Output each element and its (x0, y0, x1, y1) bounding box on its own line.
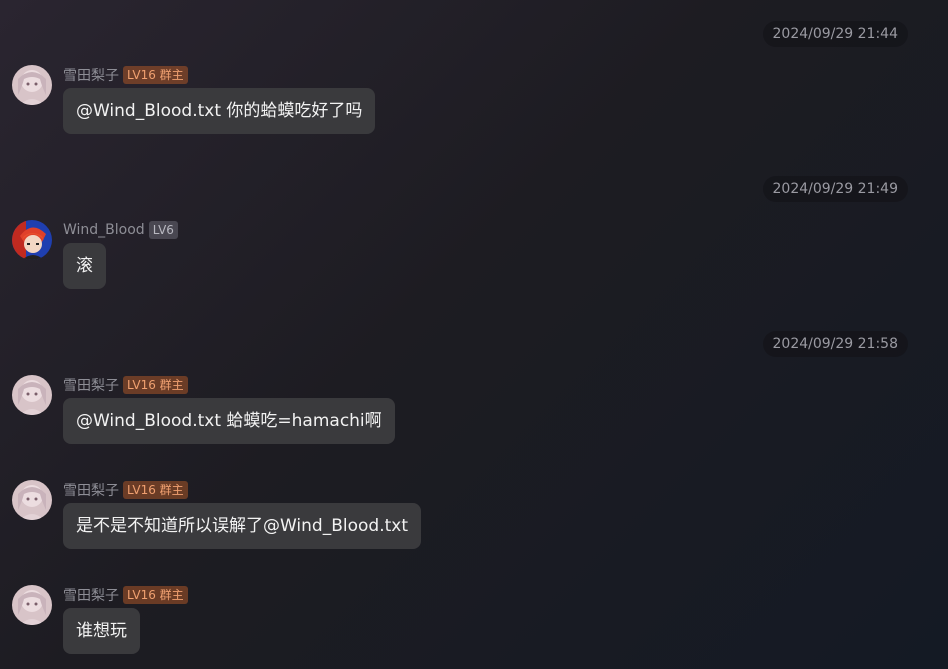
sender-name[interactable]: 雪田梨子 (63, 480, 119, 500)
avatar[interactable] (12, 480, 52, 520)
avatar[interactable] (12, 220, 52, 260)
avatar[interactable] (12, 585, 52, 625)
anime-girl-avatar-icon (12, 375, 52, 415)
sender-row: 雪田梨子 LV16 群主 (63, 480, 188, 500)
message-bubble[interactable]: 谁想玩 (63, 608, 140, 654)
sender-row: Wind_Blood LV6 (63, 220, 178, 240)
anime-girl-avatar-icon (12, 65, 52, 105)
timestamp-divider: 2024/09/29 21:58 (762, 331, 908, 357)
sender-row: 雪田梨子 LV16 群主 (63, 585, 188, 605)
message-bubble[interactable]: 是不是不知道所以误解了@Wind_Blood.txt (63, 503, 421, 549)
timestamp-divider: 2024/09/29 21:44 (762, 21, 908, 47)
message-bubble[interactable]: @Wind_Blood.txt 你的蛤蟆吃好了吗 (63, 88, 376, 134)
message-bubble[interactable]: 滚 (63, 243, 106, 289)
sender-name[interactable]: 雪田梨子 (63, 65, 119, 85)
avatar[interactable] (12, 375, 52, 415)
level-badge: LV6 (148, 221, 178, 239)
chat-message-list: 2024/09/29 21:44 雪田梨子 LV16 群主 @Wind_Bloo… (0, 0, 948, 669)
sender-name[interactable]: 雪田梨子 (63, 585, 119, 605)
level-badge: LV16 群主 (123, 481, 188, 499)
timestamp-divider: 2024/09/29 21:49 (762, 176, 908, 202)
message-bubble[interactable]: @Wind_Blood.txt 蛤蟆吃=hamachi啊 (63, 398, 395, 444)
anime-girl-avatar-icon (12, 480, 52, 520)
avatar[interactable] (12, 65, 52, 105)
level-badge: LV16 群主 (123, 376, 188, 394)
level-badge: LV16 群主 (123, 586, 188, 604)
anime-girl-avatar-icon (12, 585, 52, 625)
sender-name[interactable]: Wind_Blood (63, 222, 145, 238)
sender-row: 雪田梨子 LV16 群主 (63, 65, 188, 85)
level-badge: LV16 群主 (123, 66, 188, 84)
sender-name[interactable]: 雪田梨子 (63, 375, 119, 395)
red-hair-character-avatar-icon (12, 220, 52, 260)
sender-row: 雪田梨子 LV16 群主 (63, 375, 188, 395)
